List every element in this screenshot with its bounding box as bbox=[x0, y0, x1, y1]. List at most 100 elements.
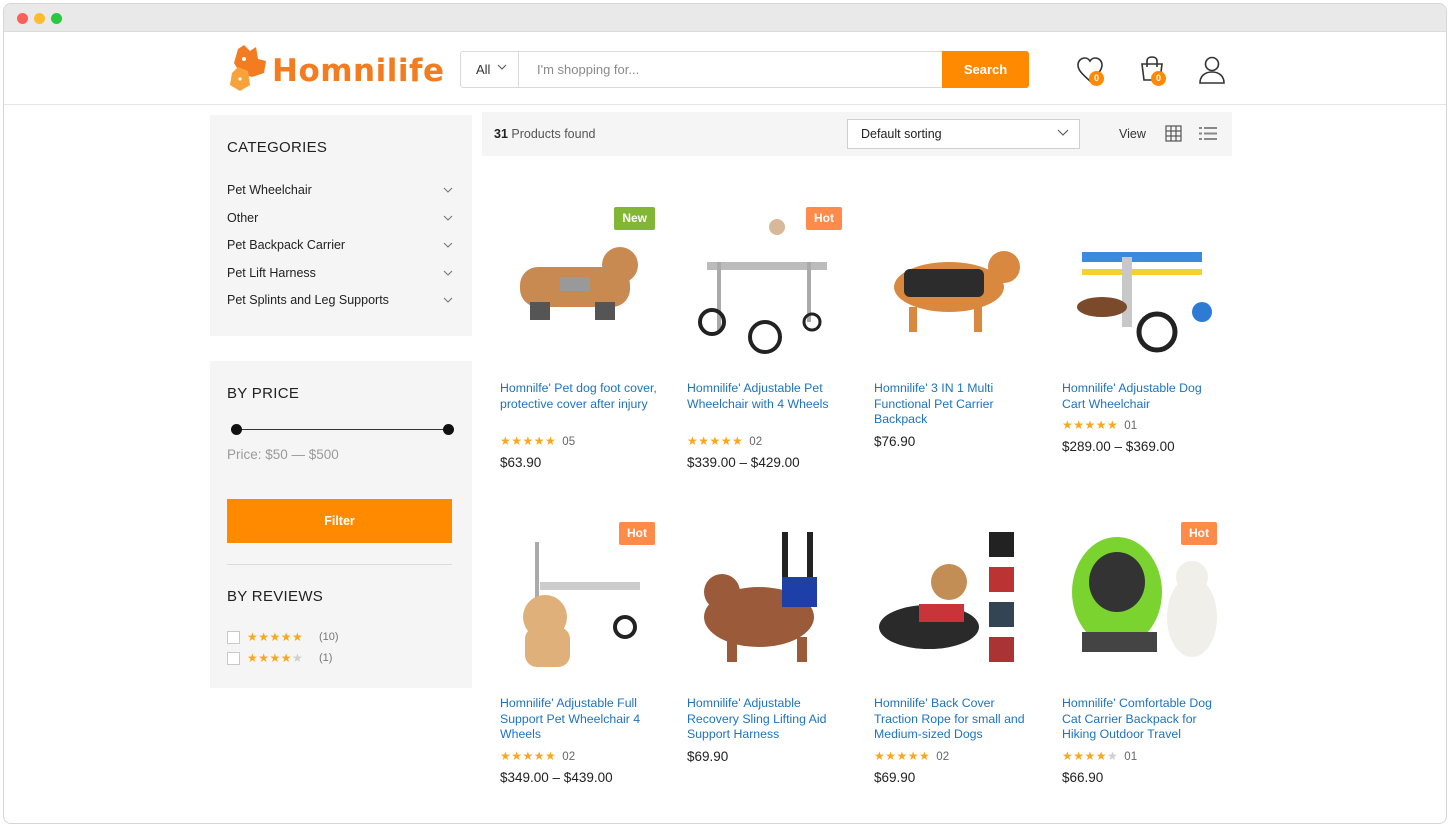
price-filter-title: BY PRICE bbox=[227, 385, 300, 402]
price-range-label: Price: $50 — $500 bbox=[227, 447, 339, 462]
price-slider-track[interactable] bbox=[233, 429, 445, 430]
rating-count: 02 bbox=[749, 435, 763, 448]
product-title-link[interactable]: Homnilife' Adjustable Recovery Sling Lif… bbox=[687, 696, 847, 743]
categories-panel: CATEGORIES Pet Wheelchair Other Pet Back… bbox=[210, 115, 472, 336]
product-title-link[interactable]: Homnilife' Adjustable Dog Cart Wheelchai… bbox=[1062, 381, 1222, 412]
wishlist-count-badge: 0 bbox=[1089, 71, 1104, 86]
review-stars: ★★★★★ bbox=[247, 630, 304, 644]
rating-count: 01 bbox=[1124, 750, 1138, 763]
product-price: $63.90 bbox=[500, 454, 542, 470]
reviews-filter-title: BY REVIEWS bbox=[227, 588, 324, 605]
product-card[interactable]: Homnilife' 3 IN 1 Multi Functional Pet C… bbox=[874, 207, 1034, 487]
chevron-down-icon[interactable] bbox=[443, 297, 453, 303]
price-slider-max-handle[interactable] bbox=[443, 424, 454, 435]
sort-select[interactable]: Default sorting bbox=[847, 119, 1080, 149]
rating-count: 02 bbox=[562, 750, 576, 763]
chevron-down-icon[interactable] bbox=[443, 242, 453, 248]
review-filter-4-stars[interactable]: ★★★★★ (1) bbox=[227, 651, 367, 666]
chevron-down-icon[interactable] bbox=[443, 215, 453, 221]
search-category-value: All bbox=[476, 62, 491, 77]
account-button[interactable] bbox=[1197, 55, 1229, 87]
sidebar-item-other[interactable]: Other bbox=[227, 211, 453, 231]
product-rating: ★★★★★ 02 bbox=[874, 749, 949, 763]
review-stars: ★★★★★ bbox=[247, 651, 304, 665]
chevron-down-icon[interactable] bbox=[443, 187, 453, 193]
product-card[interactable]: New Homnilfe' Pet dog foot cover, protect… bbox=[500, 207, 660, 487]
product-title-link[interactable]: Homnilife' Adjustable Pet Wheelchair wit… bbox=[687, 381, 847, 412]
sidebar-item-pet-lift-harness[interactable]: Pet Lift Harness bbox=[227, 266, 453, 286]
site-header: Homnilife All Search 0 0 bbox=[4, 33, 1446, 105]
review-count: (10) bbox=[319, 631, 339, 643]
product-rating: ★★★★★ 01 bbox=[1062, 418, 1137, 432]
product-price: $349.00 – $439.00 bbox=[500, 769, 613, 785]
rating-stars: ★★★★★ bbox=[687, 433, 744, 448]
list-view-icon[interactable] bbox=[1198, 125, 1218, 142]
filter-button[interactable]: Filter bbox=[227, 499, 452, 543]
sidebar-item-pet-splints[interactable]: Pet Splints and Leg Supports bbox=[227, 293, 453, 313]
product-price: $289.00 – $369.00 bbox=[1062, 439, 1175, 454]
price-slider-min-handle[interactable] bbox=[231, 424, 242, 435]
product-rating: ★★★★★ 02 bbox=[687, 434, 762, 448]
chevron-down-icon[interactable] bbox=[443, 270, 453, 276]
rating-stars: ★★★★★ bbox=[874, 748, 931, 763]
review-checkbox[interactable] bbox=[227, 652, 240, 665]
product-price: $76.90 bbox=[874, 433, 916, 449]
close-window-button[interactable] bbox=[17, 13, 28, 24]
product-image[interactable] bbox=[1062, 207, 1222, 367]
hot-badge: Hot bbox=[619, 522, 655, 545]
site-logo[interactable]: Homnilife bbox=[228, 41, 444, 97]
product-title-link[interactable]: Homnilife' Comfortable Dog Cat Carrier B… bbox=[1062, 696, 1222, 743]
minimize-window-button[interactable] bbox=[34, 13, 45, 24]
product-card[interactable]: Homnilife' Back Cover Traction Rope for … bbox=[874, 522, 1034, 802]
review-checkbox[interactable] bbox=[227, 631, 240, 644]
product-image[interactable] bbox=[500, 522, 660, 682]
product-title-link[interactable]: Homnilife' 3 IN 1 Multi Functional Pet C… bbox=[874, 381, 1034, 428]
rating-count: 05 bbox=[562, 435, 576, 448]
rating-stars: ★★★★★ bbox=[500, 748, 557, 763]
search-button[interactable]: Search bbox=[942, 51, 1029, 88]
product-title-link[interactable]: Homnilife' Adjustable Full Support Pet W… bbox=[500, 696, 660, 743]
hot-badge: Hot bbox=[806, 207, 842, 230]
search-category-select[interactable]: All bbox=[461, 52, 519, 87]
product-card[interactable]: Hot Homnilife' Adjustable Full Support Pe… bbox=[500, 522, 660, 802]
sidebar-item-pet-wheelchair[interactable]: Pet Wheelchair bbox=[227, 183, 453, 203]
product-image[interactable] bbox=[874, 522, 1034, 682]
product-card[interactable]: Hot Homnilife' Comfortable Dog Cat Carrie… bbox=[1062, 522, 1222, 802]
product-price: $339.00 – $429.00 bbox=[687, 454, 800, 470]
product-rating: ★★★★★ 01 bbox=[1062, 749, 1137, 763]
product-card[interactable]: Homnilife' Adjustable Dog Cart Wheelchai… bbox=[1062, 207, 1222, 487]
categories-title: CATEGORIES bbox=[227, 139, 328, 156]
chevron-down-icon bbox=[1057, 129, 1069, 136]
product-rating: ★★★★★ 02 bbox=[500, 749, 575, 763]
rating-count: 02 bbox=[936, 750, 950, 763]
rating-count: 01 bbox=[1124, 420, 1138, 432]
product-image[interactable] bbox=[874, 207, 1034, 367]
maximize-window-button[interactable] bbox=[51, 13, 62, 24]
product-rating: ★★★★★ 05 bbox=[500, 434, 575, 448]
cart-button[interactable]: 0 bbox=[1137, 55, 1169, 87]
product-image[interactable] bbox=[687, 522, 847, 682]
product-title-link[interactable]: Homnilife' Back Cover Traction Rope for … bbox=[874, 696, 1034, 743]
divider bbox=[227, 564, 452, 565]
hot-badge: Hot bbox=[1181, 522, 1217, 545]
product-card[interactable]: Hot Homnilife' Adjustable Pet Wheelchair … bbox=[687, 207, 847, 487]
wishlist-button[interactable]: 0 bbox=[1075, 55, 1107, 87]
category-label: Other bbox=[227, 211, 259, 225]
products-found-text: Products found bbox=[511, 127, 596, 141]
filters-panel: BY PRICE Price: $50 — $500 Filter BY REV… bbox=[210, 361, 472, 688]
logo-text: Homnilife bbox=[272, 53, 445, 89]
review-filter-5-stars[interactable]: ★★★★★ (10) bbox=[227, 630, 367, 645]
search-input[interactable] bbox=[521, 52, 941, 87]
new-badge: New bbox=[614, 207, 655, 230]
user-icon bbox=[1199, 56, 1225, 84]
grid-view-icon[interactable] bbox=[1165, 125, 1182, 142]
product-card[interactable]: Homnilife' Adjustable Recovery Sling Lif… bbox=[687, 522, 847, 802]
product-image[interactable] bbox=[687, 207, 847, 367]
product-image[interactable] bbox=[1062, 522, 1222, 682]
product-price: $69.90 bbox=[687, 748, 729, 764]
product-image[interactable] bbox=[500, 207, 660, 367]
rating-stars: ★★★★★ bbox=[500, 433, 557, 448]
product-title-link[interactable]: Homnilfe' Pet dog foot cover, protective… bbox=[500, 381, 660, 412]
dog-cat-logo-icon bbox=[230, 45, 266, 91]
sidebar-item-pet-backpack-carrier[interactable]: Pet Backpack Carrier bbox=[227, 238, 453, 258]
